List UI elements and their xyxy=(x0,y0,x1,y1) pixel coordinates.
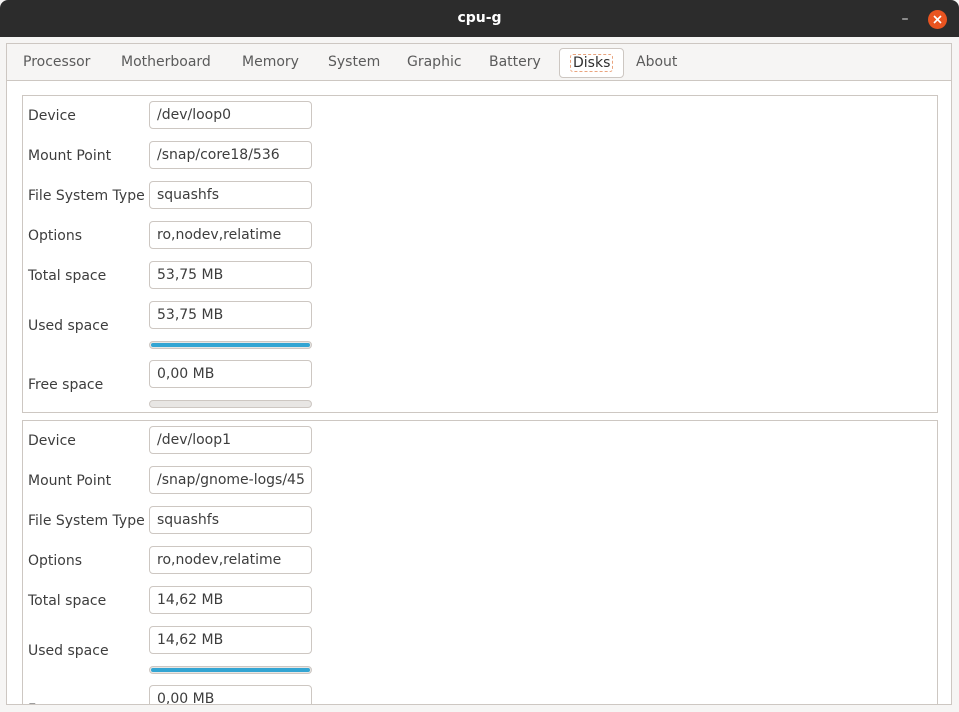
used-space-bar xyxy=(149,341,312,349)
used-space-bar xyxy=(149,666,312,674)
tab-disks-label: Disks xyxy=(570,54,614,72)
tab-processor[interactable]: Processor xyxy=(23,48,90,76)
tab-motherboard[interactable]: Motherboard xyxy=(121,48,211,76)
window-title: cpu-g xyxy=(457,10,502,26)
used-space-field[interactable]: 53,75 MB xyxy=(149,301,312,329)
device-label: Device xyxy=(28,108,76,124)
fs-type-label: File System Type xyxy=(28,188,145,204)
window-titlebar: cpu-g – xyxy=(0,0,959,37)
mount-point-field[interactable]: /snap/core18/536 xyxy=(149,141,312,169)
fs-type-field[interactable]: squashfs xyxy=(149,506,312,534)
options-field[interactable]: ro,nodev,relatime xyxy=(149,546,312,574)
free-space-bar xyxy=(149,400,312,408)
device-label: Device xyxy=(28,433,76,449)
device-field[interactable]: /dev/loop0 xyxy=(149,101,312,129)
tab-disks[interactable]: Disks xyxy=(559,48,625,78)
total-space-label: Total space xyxy=(28,593,107,609)
minimize-button[interactable]: – xyxy=(896,10,914,28)
disk-panel: Device /dev/loop1 Mount Point /snap/gnom… xyxy=(22,420,938,704)
tab-system[interactable]: System xyxy=(328,48,380,76)
total-space-field[interactable]: 14,62 MB xyxy=(149,586,312,614)
used-space-label: Used space xyxy=(28,643,109,659)
disk-panel: Device /dev/loop0 Mount Point /snap/core… xyxy=(22,95,938,413)
used-space-field[interactable]: 14,62 MB xyxy=(149,626,312,654)
main-content: Processor Motherboard Memory System Grap… xyxy=(6,43,952,705)
fs-type-label: File System Type xyxy=(28,513,145,529)
fs-type-field[interactable]: squashfs xyxy=(149,181,312,209)
close-button[interactable] xyxy=(928,10,947,29)
options-label: Options xyxy=(28,553,83,569)
device-field[interactable]: /dev/loop1 xyxy=(149,426,312,454)
tab-battery[interactable]: Battery xyxy=(489,48,541,76)
disks-scroll-area[interactable]: Device /dev/loop0 Mount Point /snap/core… xyxy=(7,81,951,704)
close-icon xyxy=(933,15,942,24)
free-space-field[interactable]: 0,00 MB xyxy=(149,685,312,704)
mount-point-field[interactable]: /snap/gnome-logs/45 xyxy=(149,466,312,494)
options-label: Options xyxy=(28,228,83,244)
free-space-label: Free space xyxy=(28,377,104,393)
free-space-label: Free space xyxy=(28,702,103,704)
used-space-bar-fill xyxy=(151,343,310,347)
mount-point-label: Mount Point xyxy=(28,148,112,164)
options-field[interactable]: ro,nodev,relatime xyxy=(149,221,312,249)
tab-about[interactable]: About xyxy=(636,48,677,76)
free-space-field[interactable]: 0,00 MB xyxy=(149,360,312,388)
mount-point-label: Mount Point xyxy=(28,473,112,489)
tab-memory[interactable]: Memory xyxy=(242,48,299,76)
tab-graphic[interactable]: Graphic xyxy=(407,48,462,76)
tab-bar: Processor Motherboard Memory System Grap… xyxy=(7,44,951,81)
used-space-label: Used space xyxy=(28,318,109,334)
used-space-bar-fill xyxy=(151,668,310,672)
total-space-label: Total space xyxy=(28,268,107,284)
total-space-field[interactable]: 53,75 MB xyxy=(149,261,312,289)
